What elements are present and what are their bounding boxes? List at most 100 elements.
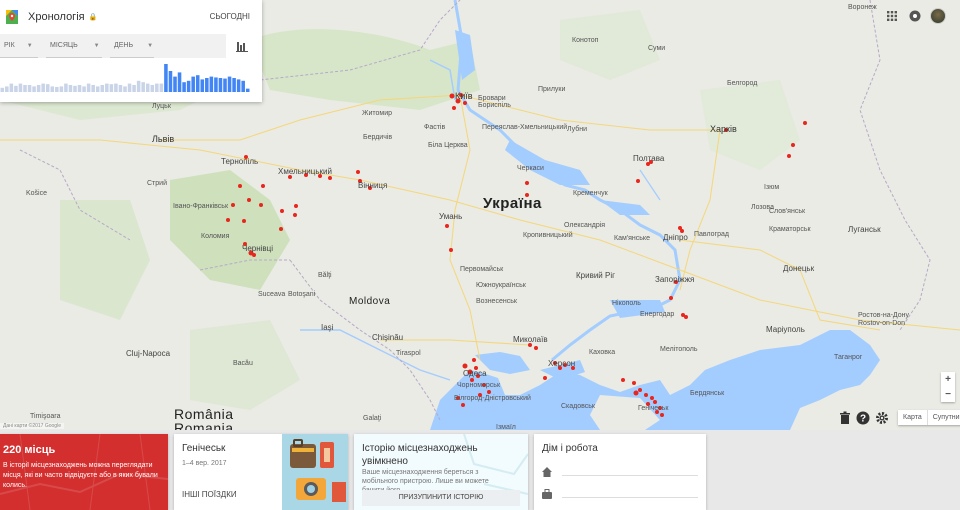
city-label: Хмельницький — [278, 167, 332, 176]
activity-bar[interactable] — [36, 85, 41, 92]
activity-bar[interactable] — [136, 80, 141, 92]
activity-bar[interactable] — [173, 76, 177, 92]
google-maps-icon — [6, 10, 18, 24]
activity-bar[interactable] — [191, 76, 195, 92]
settings-gear-icon[interactable] — [875, 411, 889, 425]
activity-bar[interactable] — [100, 85, 105, 92]
map-pattern-decoration — [0, 434, 168, 510]
activity-bar[interactable] — [82, 86, 86, 92]
apps-grid-icon[interactable] — [887, 11, 897, 21]
satellite-view-button[interactable]: Супутник — [926, 410, 960, 425]
avatar[interactable] — [930, 8, 946, 24]
work-address-field[interactable] — [562, 497, 698, 498]
zoom-in-button[interactable]: + — [941, 372, 955, 387]
activity-bar[interactable] — [109, 84, 114, 92]
activity-bar[interactable] — [23, 85, 27, 92]
activity-bar[interactable] — [227, 76, 232, 92]
activity-bar[interactable] — [95, 86, 100, 92]
city-label: Київ — [455, 91, 473, 101]
activity-bar[interactable] — [32, 86, 36, 92]
city-label: Ізюм — [764, 184, 780, 191]
activity-bar[interactable] — [218, 78, 223, 92]
activity-bar[interactable] — [9, 83, 14, 92]
home-address-row[interactable] — [542, 464, 698, 478]
activity-bar[interactable] — [86, 83, 91, 92]
activity-bar[interactable] — [150, 85, 155, 92]
city-label: Чернівці — [242, 244, 274, 253]
activity-bar[interactable] — [50, 86, 55, 92]
activity-bar[interactable] — [118, 85, 123, 92]
day-select[interactable]: ДЕНЬ ▼ — [110, 34, 154, 58]
bar-chart-icon[interactable] — [236, 40, 248, 52]
activity-bar[interactable] — [114, 83, 118, 92]
activity-bar[interactable] — [105, 83, 109, 92]
city-label: Botoşani — [288, 291, 316, 298]
activity-bar[interactable] — [27, 85, 32, 92]
trip-card[interactable]: Генічеськ 1–4 вер. 2017 ІНШІ ПОЇЗДКИ — [174, 434, 348, 510]
activity-bar[interactable] — [186, 80, 191, 92]
other-trips-link[interactable]: ІНШІ ПОЇЗДКИ — [182, 490, 237, 499]
zoom-out-button[interactable]: − — [941, 387, 955, 402]
map-view-button[interactable]: Карта — [898, 410, 927, 425]
city-label: Бориспіль — [478, 102, 511, 109]
activity-bar[interactable] — [68, 85, 73, 92]
activity-bar[interactable] — [5, 86, 9, 92]
chevron-down-icon: ▼ — [93, 42, 100, 49]
activity-bar[interactable] — [223, 78, 227, 92]
activity-bar[interactable] — [123, 86, 127, 92]
activity-bar[interactable] — [59, 86, 64, 92]
activity-bar[interactable] — [159, 83, 164, 92]
work-address-row[interactable] — [542, 486, 698, 500]
activity-bar[interactable] — [205, 78, 209, 92]
activity-bar[interactable] — [18, 83, 23, 92]
places-card[interactable]: 220 місць В історії місцезнаходжень можн… — [0, 434, 168, 510]
city-label: Bălţi — [318, 272, 332, 279]
help-icon[interactable]: ? — [856, 411, 870, 425]
activity-bar[interactable] — [73, 85, 77, 92]
month-select[interactable]: МІСЯЦЬ ▼ — [46, 34, 102, 58]
activity-bar[interactable] — [164, 64, 168, 92]
city-label: Прилуки — [538, 86, 566, 93]
city-label: Луцьк — [152, 103, 171, 110]
home-address-field[interactable] — [562, 475, 698, 476]
activity-bar[interactable] — [0, 87, 5, 92]
activity-bar[interactable] — [214, 77, 218, 92]
today-button[interactable]: СЬОГОДНІ — [210, 12, 250, 21]
activity-bar[interactable] — [200, 79, 205, 92]
city-label: Стрий — [147, 180, 167, 187]
activity-bar[interactable] — [145, 83, 150, 92]
city-label: Донецьк — [783, 264, 815, 273]
activity-bar[interactable] — [236, 79, 241, 92]
city-label: Слов'янськ — [769, 208, 806, 215]
trash-icon[interactable] — [838, 411, 852, 425]
date-selectors: РІК ▼ МІСЯЦЬ ▼ ДЕНЬ ▼ — [0, 34, 226, 58]
city-label: Бердичів — [363, 134, 393, 141]
year-select[interactable]: РІК ▼ — [0, 34, 38, 58]
activity-bar[interactable] — [177, 72, 182, 92]
activity-bar[interactable] — [195, 75, 200, 92]
activity-histogram[interactable] — [0, 62, 250, 92]
city-label: Херсон — [548, 359, 576, 368]
activity-bar[interactable] — [245, 88, 250, 92]
activity-bar[interactable] — [91, 85, 95, 92]
activity-bar[interactable] — [182, 82, 186, 92]
activity-bar[interactable] — [155, 83, 159, 92]
activity-bar[interactable] — [141, 82, 145, 92]
activity-bar[interactable] — [45, 84, 50, 92]
pause-history-button[interactable]: ПРИЗУПИНИТИ ІСТОРІЮ — [362, 490, 520, 506]
city-label: Житомир — [362, 110, 393, 117]
activity-bar[interactable] — [55, 86, 59, 92]
activity-bar[interactable] — [168, 71, 173, 92]
activity-bar[interactable] — [132, 85, 136, 92]
activity-bar[interactable] — [127, 83, 132, 92]
notifications-icon[interactable] — [909, 10, 921, 22]
activity-bar[interactable] — [64, 83, 68, 92]
city-label: Вінниця — [358, 181, 388, 190]
activity-bar[interactable] — [209, 76, 214, 92]
activity-bar[interactable] — [241, 80, 245, 92]
activity-bar[interactable] — [14, 85, 18, 92]
activity-bar[interactable] — [77, 85, 82, 92]
map-type-toggle: Карта Супутник — [898, 410, 960, 425]
activity-bar[interactable] — [41, 83, 45, 92]
activity-bar[interactable] — [232, 78, 236, 92]
